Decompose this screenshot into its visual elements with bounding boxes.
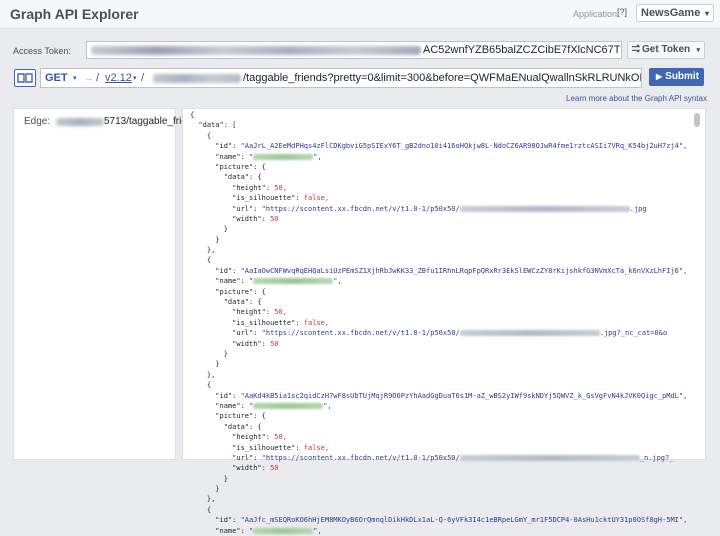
chevron-down-icon: ▾ <box>73 75 77 82</box>
redacted-user-id <box>153 74 241 83</box>
response-line: "picture": { <box>190 162 266 171</box>
response-line: "id": "AaJfc_mSEQRoKO6hHjEM8MKOyB6OrQmnq… <box>190 516 688 525</box>
query-row: GET ▾ → / v2.12 ▾ / /taggable_friends?pr… <box>0 66 720 90</box>
redacted-edge-id <box>56 118 104 126</box>
get-token-button[interactable]: Get Token ▾ <box>627 41 705 59</box>
response-line: { <box>190 505 212 514</box>
response-line: "height": 50, <box>190 183 287 192</box>
response-line: } <box>190 349 228 358</box>
application-label: Application: <box>573 9 620 19</box>
path-separator: / <box>141 72 145 84</box>
access-token-label: Access Token: <box>13 46 71 56</box>
redacted-value <box>253 402 324 409</box>
response-line: "picture": { <box>190 412 266 421</box>
query-path: /taggable_friends?pretty=0&limit=300&bef… <box>243 72 642 84</box>
chevron-down-icon: ▾ <box>696 47 700 54</box>
application-select[interactable]: NewsGame ▾ <box>636 4 714 22</box>
response-line: "name": " ", <box>190 152 322 161</box>
response-line: "is_silhouette": false, <box>190 194 330 203</box>
application-name: NewsGame <box>641 7 701 19</box>
response-line: { <box>190 381 212 390</box>
get-token-label: Get Token <box>642 44 691 55</box>
app-header: Graph API Explorer Application: [?] News… <box>0 0 720 29</box>
access-token-value: AC52wnfYZB65balZCZCibE7fXlcNC67TFRmNsohc <box>423 44 621 56</box>
redacted-value <box>459 330 600 337</box>
response-line: "picture": { <box>190 287 266 296</box>
redacted-value <box>253 278 334 285</box>
submit-button[interactable]: ▶ Submit <box>649 68 704 86</box>
response-line: "data": { <box>190 422 262 431</box>
chevron-down-icon: ▾ <box>704 9 709 18</box>
response-line: "id": "AaJrL_A2EeMdPHqs4zFlCDKgbviG5pSIE… <box>190 142 688 151</box>
response-line: "width": 50 <box>190 464 279 473</box>
redacted-token <box>91 46 421 55</box>
redacted-value <box>459 205 630 212</box>
response-line: }, <box>190 246 216 255</box>
response-line: "is_silhouette": false, <box>190 443 330 452</box>
response-line: } <box>190 360 220 369</box>
response-line: } <box>190 485 220 494</box>
submit-label: Submit <box>665 71 700 82</box>
path-separator: / <box>96 72 100 84</box>
response-line: "is_silhouette": false, <box>190 318 330 327</box>
chevron-down-icon: ▾ <box>133 75 137 82</box>
redacted-value <box>253 527 314 534</box>
access-token-input[interactable]: AC52wnfYZB65balZCZCibE7fXlcNC67TFRmNsohc <box>86 41 622 59</box>
book-icon[interactable] <box>14 69 36 87</box>
response-line: "width": 50 <box>190 339 279 348</box>
response-line: "width": 50 <box>190 214 279 223</box>
learn-more-link[interactable]: Learn more about the Graph API syntax <box>566 94 707 103</box>
response-line: "name": " ", <box>190 277 342 286</box>
response-line: "name": " ", <box>190 526 322 535</box>
response-line: "data": { <box>190 298 262 307</box>
response-line: { <box>190 111 195 119</box>
edge-panel: Edge: 5713/taggable_friends <box>13 108 203 460</box>
edge-label: Edge: <box>24 116 51 127</box>
response-line: "name": " ", <box>190 401 332 410</box>
book-glyph <box>17 73 33 83</box>
response-line: }, <box>190 495 216 504</box>
response-line: "id": "AaIaOwCNFWvqRqEHQaLsiUzPEmSZ1XjhR… <box>190 266 688 275</box>
response-line: "height": 50, <box>190 308 287 317</box>
response-line: } <box>190 235 220 244</box>
response-line: "url": "https://scontent.xx.fbcdn.net/v/… <box>190 453 674 462</box>
arrow-icon: → <box>84 73 93 83</box>
response-line: "id": "AaKd4kB5ia1sc2qidCzH7wF8sUbTUjMqj… <box>190 391 688 400</box>
response-line: "height": 50, <box>190 433 287 442</box>
response-json: { "data": [ { "id": "AaJrL_A2EeMdPHqs4zF… <box>190 110 700 536</box>
shuffle-icon <box>631 44 640 53</box>
response-line: { <box>190 256 212 265</box>
page-title: Graph API Explorer <box>10 6 139 22</box>
version-select[interactable]: v2.12 <box>105 72 132 84</box>
response-line: "data": [ <box>190 121 237 130</box>
response-line: } <box>190 474 228 483</box>
response-line: "url": "https://scontent.xx.fbcdn.net/v/… <box>190 204 647 213</box>
response-line: "data": { <box>190 173 262 182</box>
play-icon: ▶ <box>656 72 663 81</box>
access-token-row: Access Token: AC52wnfYZB65balZCZCibE7fXl… <box>0 38 720 62</box>
query-input[interactable]: GET ▾ → / v2.12 ▾ / /taggable_friends?pr… <box>40 68 642 88</box>
redacted-value <box>253 153 314 160</box>
response-line: } <box>190 225 228 234</box>
response-line: }, <box>190 370 216 379</box>
response-line: "url": "https://scontent.xx.fbcdn.net/v/… <box>190 329 668 338</box>
help-link[interactable]: [?] <box>617 7 627 17</box>
http-method-select[interactable]: GET <box>45 72 68 84</box>
response-line: { <box>190 131 212 140</box>
